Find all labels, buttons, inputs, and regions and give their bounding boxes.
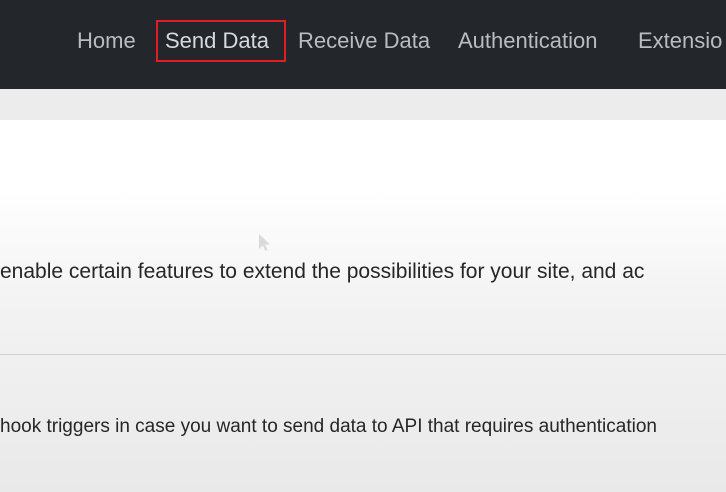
nav-item-send-data[interactable]: Send Data bbox=[165, 26, 269, 56]
nav-item-extensions[interactable]: Extensio bbox=[638, 26, 722, 56]
features-description-text: enable certain features to extend the po… bbox=[0, 260, 645, 283]
nav-item-home[interactable]: Home bbox=[77, 26, 136, 56]
nav-item-receive-data[interactable]: Receive Data bbox=[298, 26, 430, 56]
mouse-cursor-icon bbox=[259, 234, 270, 251]
webhook-description-text: hook triggers in case you want to send d… bbox=[0, 416, 657, 437]
section-divider bbox=[0, 354, 726, 355]
top-navigation-bar: Home Send Data Receive Data Authenticati… bbox=[0, 0, 726, 89]
header-spacer-band bbox=[0, 89, 726, 120]
nav-item-authentication[interactable]: Authentication bbox=[458, 26, 597, 56]
